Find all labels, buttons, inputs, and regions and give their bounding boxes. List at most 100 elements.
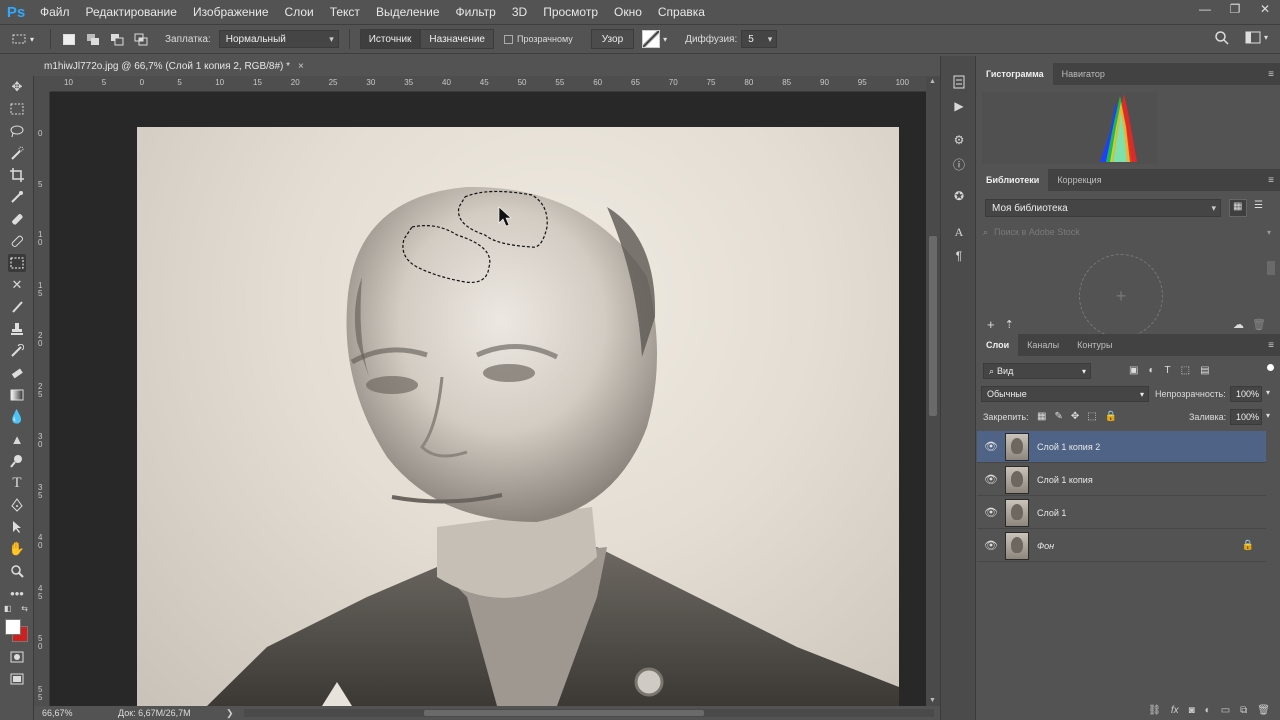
paragraph-panel-button[interactable]: ¶: [951, 248, 967, 264]
layer-row[interactable]: 👁 Слой 1 копия: [977, 464, 1266, 496]
new-layer-icon[interactable]: ⧉: [1240, 705, 1247, 716]
minimize-button[interactable]: —: [1190, 0, 1220, 20]
patch-tool[interactable]: [8, 254, 26, 272]
smart-object-filter-icon[interactable]: ▤: [1200, 365, 1209, 376]
lock-position-icon[interactable]: ✥: [1071, 411, 1079, 422]
menu-image[interactable]: Изображение: [185, 5, 277, 19]
menu-filter[interactable]: Фильтр: [448, 5, 504, 19]
menu-3d[interactable]: 3D: [504, 5, 535, 19]
scrollbar-thumb[interactable]: [929, 236, 937, 416]
canvas-area[interactable]: [50, 92, 926, 706]
lasso-tool[interactable]: [8, 122, 26, 140]
document-tab[interactable]: m1hiwJl772o.jpg @ 66,7% (Слой 1 копия 2,…: [34, 56, 314, 76]
destination-button[interactable]: Назначение: [420, 29, 494, 49]
portrait-photo[interactable]: [137, 127, 899, 706]
hscroll-thumb[interactable]: [424, 710, 704, 716]
zoom-level[interactable]: 66,67%: [42, 708, 102, 718]
shape-filter-icon[interactable]: ⬚: [1181, 365, 1190, 376]
tool-preset-picker[interactable]: ▾: [0, 29, 44, 49]
panel-menu-icon[interactable]: ≡: [1268, 340, 1274, 351]
move-tool[interactable]: ✥: [8, 78, 26, 96]
more-tools[interactable]: •••: [8, 584, 26, 602]
trash-icon[interactable]: 🗑: [1252, 318, 1266, 331]
hand-tool[interactable]: ✋: [8, 540, 26, 558]
chevron-down-icon[interactable]: ▾: [1266, 388, 1270, 397]
adjustment-layer-icon[interactable]: ◐: [1205, 705, 1211, 716]
character-panel-button[interactable]: A: [951, 224, 967, 240]
close-window-button[interactable]: ✕: [1250, 0, 1280, 20]
filter-toggle[interactable]: [1267, 364, 1274, 371]
eraser-tool[interactable]: [8, 364, 26, 382]
source-button[interactable]: Источник: [359, 29, 421, 49]
scroll-up-arrow[interactable]: ▲: [929, 78, 936, 85]
path-pen-tool[interactable]: [8, 496, 26, 514]
panel-menu-icon[interactable]: ≡: [1268, 69, 1274, 80]
adjustment-filter-icon[interactable]: ◐: [1148, 365, 1154, 376]
status-menu-arrow[interactable]: ❯: [226, 708, 234, 719]
cc-sync-icon[interactable]: ☁: [1233, 318, 1244, 331]
horizontal-ruler[interactable]: 10 5 0 5 10 15 20 25 30 35 40 45 50 55 60 65 70 75 80 85 90 9…: [50, 76, 926, 92]
foreground-color-swatch[interactable]: [5, 619, 21, 635]
transparent-checkbox[interactable]: [503, 34, 513, 44]
layer-filter-select[interactable]: ⌕ Вид ▾: [983, 363, 1091, 379]
menu-help[interactable]: Справка: [650, 5, 713, 19]
close-tab-button[interactable]: ×: [298, 61, 304, 72]
content-aware-move-tool[interactable]: ✕: [8, 276, 26, 294]
add-mask-icon[interactable]: ◙: [1189, 705, 1195, 716]
stock-search[interactable]: ⌕ Поиск в Adobe Stock ▾: [983, 224, 1271, 240]
tab-channels[interactable]: Каналы: [1018, 334, 1068, 356]
opacity-input[interactable]: 100%: [1230, 386, 1262, 402]
history-panel-button[interactable]: [951, 74, 967, 90]
properties-panel-button[interactable]: ⚙: [951, 132, 967, 148]
menu-select[interactable]: Выделение: [368, 5, 448, 19]
pixel-filter-icon[interactable]: ▣: [1129, 365, 1138, 376]
blend-mode-select[interactable]: Обычные ▾: [981, 386, 1149, 402]
chevron-down-icon[interactable]: ▾: [1266, 411, 1270, 420]
ruler-corner[interactable]: [34, 76, 50, 92]
lock-artboard-icon[interactable]: ⬚: [1087, 411, 1096, 422]
add-selection-button[interactable]: [81, 29, 105, 49]
tab-adjustments[interactable]: Коррекция: [1048, 169, 1110, 191]
grid-view-button[interactable]: ▦: [1229, 199, 1247, 217]
visibility-eye-icon[interactable]: 👁: [977, 506, 1005, 519]
delete-layer-icon[interactable]: 🗑: [1257, 705, 1270, 716]
lock-all-icon[interactable]: 🔒: [1105, 411, 1117, 422]
add-content-button[interactable]: +: [987, 317, 995, 332]
type-filter-icon[interactable]: T: [1165, 365, 1171, 376]
panel-menu-icon[interactable]: ≡: [1268, 175, 1274, 186]
visibility-eye-icon[interactable]: 👁: [977, 440, 1005, 453]
pen-tool[interactable]: [8, 452, 26, 470]
tab-libraries[interactable]: Библиотеки: [977, 169, 1049, 191]
path-selection-tool[interactable]: [8, 518, 26, 536]
upload-icon[interactable]: ⇡: [1005, 318, 1014, 331]
visibility-eye-icon[interactable]: 👁: [977, 539, 1005, 552]
brush-tool[interactable]: [8, 298, 26, 316]
menu-type[interactable]: Текст: [322, 5, 368, 19]
fill-input[interactable]: 100%: [1230, 409, 1262, 425]
use-pattern-button[interactable]: Узор: [590, 29, 635, 49]
menu-view[interactable]: Просмотр: [535, 5, 606, 19]
lock-transparent-icon[interactable]: ▦: [1037, 411, 1046, 422]
layer-row[interactable]: 👁 Слой 1: [977, 497, 1266, 529]
tab-layers[interactable]: Слои: [977, 334, 1019, 356]
library-select[interactable]: Моя библиотека ▾: [985, 199, 1221, 217]
screen-mode-button[interactable]: [8, 670, 26, 688]
clone-source-panel-button[interactable]: ✪: [951, 188, 967, 204]
library-scroll-thumb[interactable]: [1267, 261, 1275, 275]
menu-file[interactable]: Файл: [32, 5, 78, 19]
tab-histogram[interactable]: Гистограмма: [977, 63, 1053, 85]
new-group-icon[interactable]: ▭: [1221, 705, 1230, 716]
fx-icon[interactable]: fx: [1171, 705, 1179, 716]
restore-button[interactable]: ❐: [1220, 0, 1250, 20]
type-tool[interactable]: T: [8, 474, 26, 492]
pattern-swatch[interactable]: [642, 30, 661, 48]
actions-panel-button[interactable]: ▶: [951, 98, 967, 114]
menu-edit[interactable]: Редактирование: [78, 5, 185, 19]
chevron-down-icon[interactable]: ▾: [663, 35, 667, 44]
lock-pixels-icon[interactable]: ✎: [1054, 411, 1062, 422]
gradient-tool[interactable]: [8, 386, 26, 404]
transparent-checkbox-group[interactable]: Прозрачному: [503, 34, 573, 44]
diffusion-select[interactable]: 5 ▾: [741, 30, 778, 48]
link-layers-icon[interactable]: ⛓: [1148, 705, 1161, 716]
quick-selection-tool[interactable]: [8, 144, 26, 162]
